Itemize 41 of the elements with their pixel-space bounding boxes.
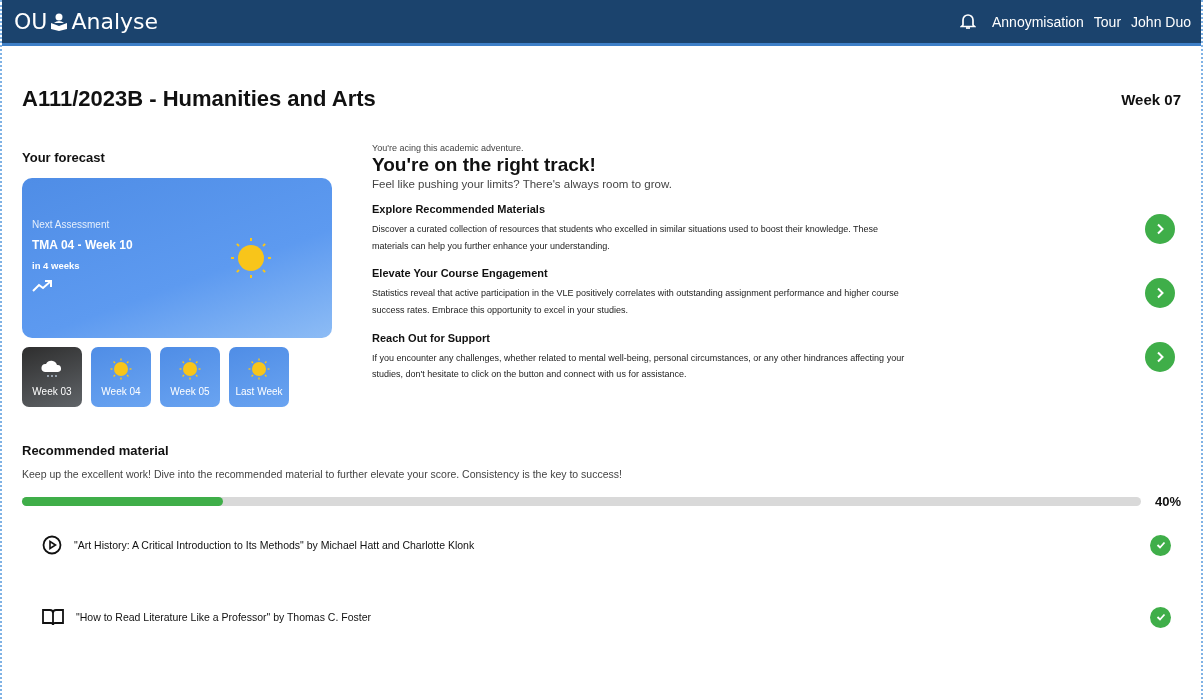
material-title[interactable]: "Art History: A Critical Introduction to Its Methods" by Michael Hatt and Charlotte Klonk	[74, 539, 1138, 551]
play-circle-icon	[42, 535, 62, 555]
advice-text: Discover a curated collection of resources that students who excelled in similar situations used to boost their knowledge. These materials can help you further enhance your understanding.	[372, 223, 880, 253]
advice-kicker: You're acing this academic adventure.	[372, 143, 525, 153]
advice-subline: Feel like pushing your limits? There's always room to grow.	[372, 178, 673, 190]
assessment-name: TMA 04 - Week 10	[32, 238, 133, 252]
go-button[interactable]	[1145, 213, 1175, 244]
assessment-label: Next Assessment	[32, 219, 111, 230]
sun-icon	[179, 357, 201, 380]
advice-title: Elevate Your Course Engagement	[372, 267, 549, 280]
assessment-due: in 4 weeks	[32, 260, 81, 271]
week-tile[interactable]: Week 03	[22, 347, 82, 407]
chevron-right-icon	[1155, 222, 1165, 235]
material-title[interactable]: "How to Read Literature Like a Professor" by Thomas C. Foster	[76, 611, 1138, 623]
logo-text: OU	[14, 9, 48, 34]
advice-text: Statistics reveal that active participation in the VLE positively correlates with outstanding assignment performance and higher course success rates. Embrace this opportunity to excel in your studies.	[372, 287, 900, 317]
nav-link[interactable]: John Duo	[1131, 13, 1191, 30]
sun-icon	[110, 357, 132, 380]
progress-percent: 40%	[1154, 494, 1181, 509]
reader-logo-icon	[49, 11, 70, 32]
advice-text: If you encounter any challenges, whether related to mental well-being, personal circumstances, or any other hindrances affecting your studies, don't hesitate to click on the button and connect with us for assistance.	[372, 351, 906, 382]
advice-headline: You're on the right track!	[372, 154, 597, 176]
go-button[interactable]	[1145, 277, 1175, 308]
recommended-heading: Recommended material	[22, 443, 170, 458]
nav-link[interactable]: Tour	[1093, 13, 1122, 30]
sun-icon	[248, 357, 270, 380]
recommended-text: Keep up the excellent work! Dive into the recommended material to further elevate your score. Consistency is the key to success!	[22, 468, 623, 480]
current-week: Week 07	[1121, 90, 1181, 108]
nav-link[interactable]: Annoymisation	[992, 13, 1084, 30]
trend-up-icon	[32, 279, 54, 293]
advice-title: Reach Out for Support	[372, 331, 491, 344]
advice-title: Explore Recommended Materials	[372, 203, 546, 215]
forecast-heading: Your forecast	[22, 150, 106, 165]
course-title: A111/2023B - Humanities and Arts	[22, 86, 376, 112]
bell-icon[interactable]	[960, 13, 976, 30]
chevron-right-icon	[1155, 351, 1165, 364]
open-book-icon	[42, 608, 64, 626]
logo-text: Analyse	[71, 9, 159, 34]
go-button[interactable]	[1145, 342, 1175, 373]
sun-icon	[228, 235, 274, 281]
chevron-right-icon	[1155, 286, 1165, 299]
